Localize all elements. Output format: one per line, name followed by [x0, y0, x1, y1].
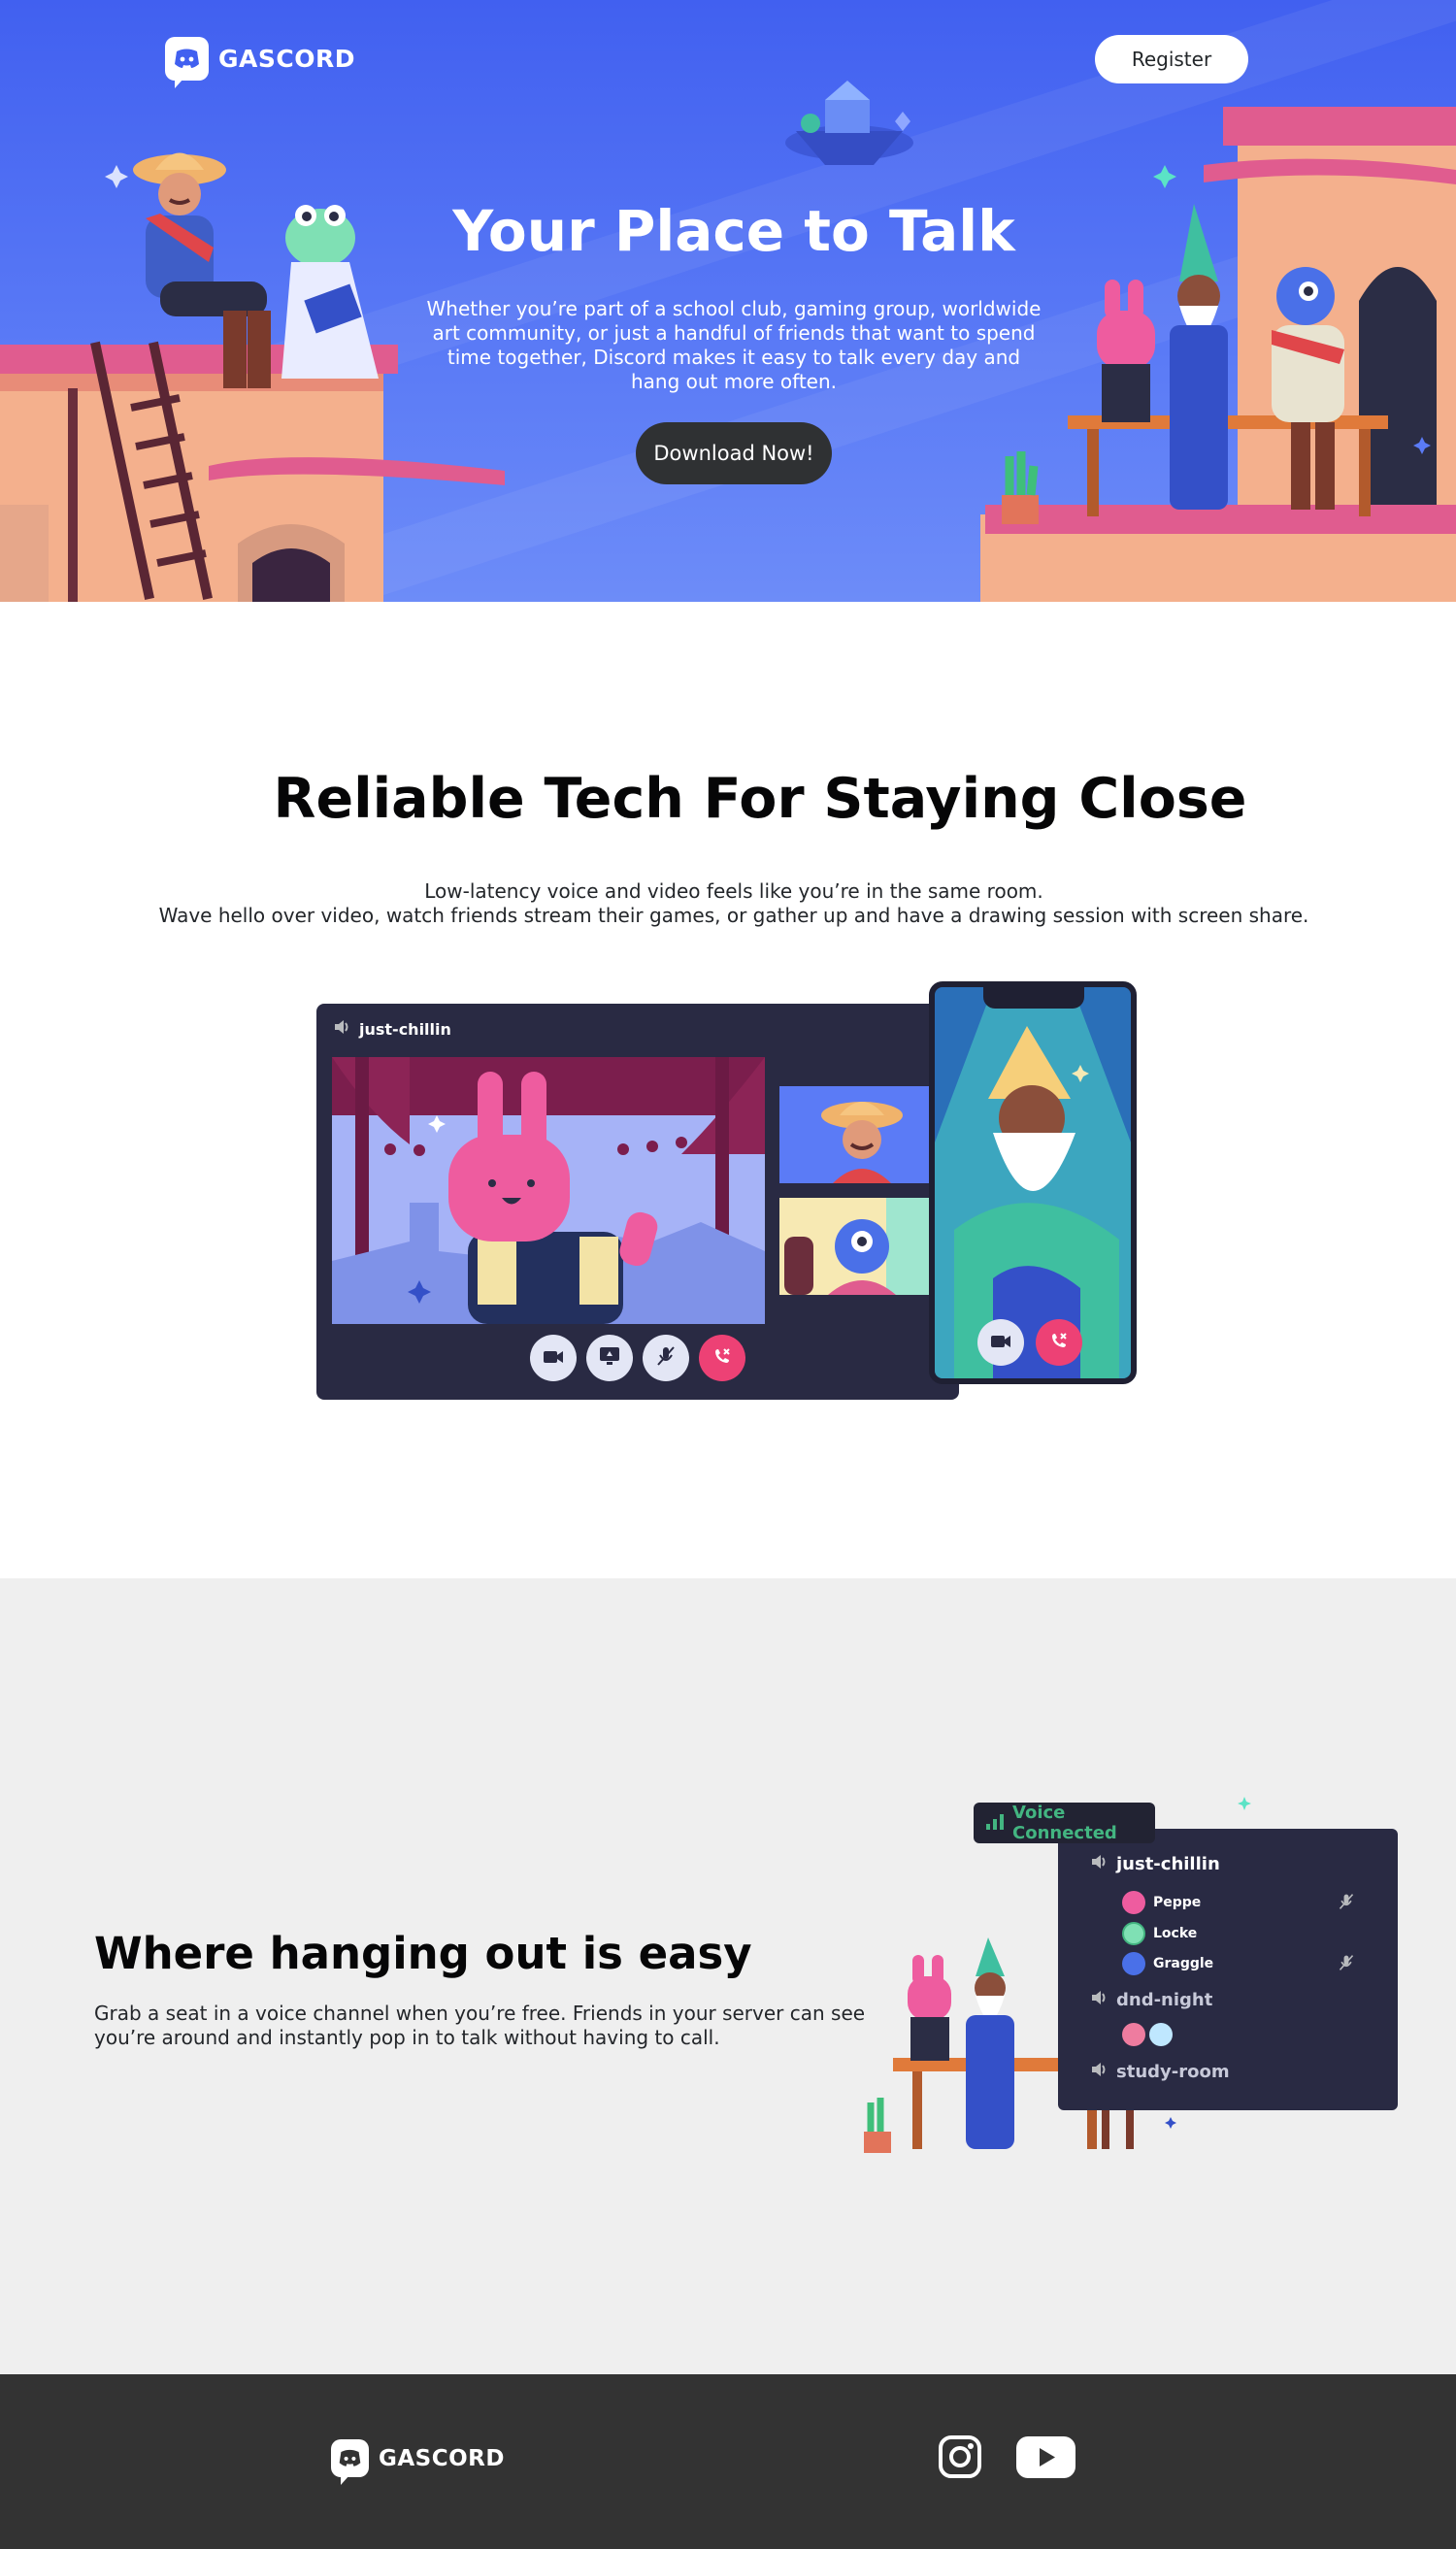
hero-subtitle: Whether you’re part of a school club, ga…	[426, 297, 1042, 393]
hero-section: GASCORD Register Your Place to Talk Whet…	[0, 0, 1456, 602]
brand-logo[interactable]: GASCORD	[165, 37, 355, 88]
signal-bars-icon	[985, 1812, 1005, 1835]
discord-logo-icon	[331, 2439, 369, 2485]
main-video-feed[interactable]	[332, 1057, 765, 1324]
phone-video-feed[interactable]	[935, 987, 1131, 1378]
speaker-icon	[334, 1019, 351, 1039]
voice-channel[interactable]: dnd-night	[1091, 1990, 1212, 2010]
end-call-button[interactable]	[699, 1335, 745, 1381]
call-channel-name: just-chillin	[359, 1019, 451, 1039]
voice-connected-label: Voice Connected	[1012, 1803, 1117, 1843]
section-description-line: Low-latency voice and video feels like y…	[424, 879, 1043, 903]
speaker-icon	[1091, 1854, 1109, 1874]
avatar	[1122, 1891, 1145, 1914]
voice-channel[interactable]: just-chillin	[1091, 1854, 1220, 1874]
participant-video-thumb[interactable]	[779, 1086, 944, 1183]
voice-member-name: Graggle	[1153, 1956, 1214, 1971]
video-camera-icon	[543, 1346, 564, 1370]
floating-island-illustration	[785, 81, 913, 165]
avatar	[1122, 1922, 1145, 1945]
camera-button[interactable]	[530, 1335, 577, 1381]
voice-member-name: Peppe	[1153, 1895, 1202, 1910]
call-controls	[316, 1335, 959, 1381]
footer-brand-logo[interactable]: GASCORD	[331, 2439, 505, 2485]
avatar	[1122, 1952, 1145, 1975]
phone-video-call	[929, 981, 1137, 1384]
voice-connected-badge: Voice Connected	[974, 1803, 1155, 1843]
brand-name: GASCORD	[379, 2445, 505, 2471]
microphone-muted-icon	[656, 1345, 676, 1372]
microphone-muted-icon	[1338, 1954, 1355, 1975]
hero-title: Your Place to Talk	[452, 198, 1015, 264]
phone-camera-button[interactable]	[977, 1319, 1024, 1366]
voice-member[interactable]: Graggle	[1122, 1952, 1213, 1975]
sparkle-icon	[1165, 2117, 1176, 2129]
speaker-icon	[1091, 2062, 1109, 2082]
screen-share-icon	[599, 1346, 620, 1371]
section-description: Grab a seat in a voice channel when you’…	[94, 2002, 866, 2049]
speaker-icon	[1091, 1990, 1109, 2010]
section-title: Reliable Tech For Staying Close	[273, 767, 1247, 831]
hero-right-illustration	[980, 107, 1456, 602]
avatar	[1122, 2023, 1145, 2046]
avatar	[1149, 2023, 1173, 2046]
video-call-window: just-chillin	[316, 1004, 959, 1400]
participant-video-thumb[interactable]	[779, 1198, 944, 1295]
mute-button[interactable]	[643, 1335, 689, 1381]
voice-member[interactable]: Peppe	[1122, 1891, 1201, 1914]
member-avatars	[1122, 2023, 1173, 2046]
voice-channel-name: just-chillin	[1116, 1854, 1220, 1874]
footer: GASCORD	[0, 2374, 1456, 2549]
instagram-link[interactable]	[938, 2434, 982, 2483]
voice-channel-name: study-room	[1116, 2062, 1230, 2082]
phone-end-call-button[interactable]	[1036, 1319, 1082, 1366]
brand-name: GASCORD	[218, 45, 355, 73]
voice-member[interactable]: Locke	[1122, 1922, 1197, 1945]
phone-notch	[983, 987, 1084, 1009]
section-description-line: Wave hello over video, watch friends str…	[158, 904, 1309, 927]
hang-up-icon	[712, 1346, 732, 1371]
voice-channel-name: dnd-night	[1116, 1990, 1213, 2010]
voice-channel-panel: just-chillin Peppe Locke Graggle dnd-nig…	[1058, 1829, 1398, 2110]
video-camera-icon	[990, 1331, 1011, 1354]
discord-logo-icon	[165, 37, 209, 88]
section-title: Where hanging out is easy	[94, 1928, 752, 1979]
call-header: just-chillin	[334, 1019, 451, 1039]
hang-up-icon	[1049, 1331, 1069, 1355]
instagram-icon	[938, 2434, 982, 2483]
youtube-link[interactable]	[1016, 2436, 1075, 2482]
download-button[interactable]: Download Now!	[636, 422, 832, 484]
youtube-icon	[1016, 2436, 1075, 2482]
section-description: Low-latency voice and video feels like y…	[0, 879, 1456, 928]
microphone-muted-icon	[1338, 1893, 1355, 1914]
screen-share-button[interactable]	[586, 1335, 633, 1381]
voice-member-name: Locke	[1153, 1926, 1198, 1941]
hanging-out-section: Where hanging out is easy Grab a seat in…	[0, 1578, 1456, 2374]
sparkle-icon	[1238, 1797, 1251, 1810]
voice-channel[interactable]: study-room	[1091, 2062, 1230, 2082]
register-button[interactable]: Register	[1095, 35, 1248, 83]
